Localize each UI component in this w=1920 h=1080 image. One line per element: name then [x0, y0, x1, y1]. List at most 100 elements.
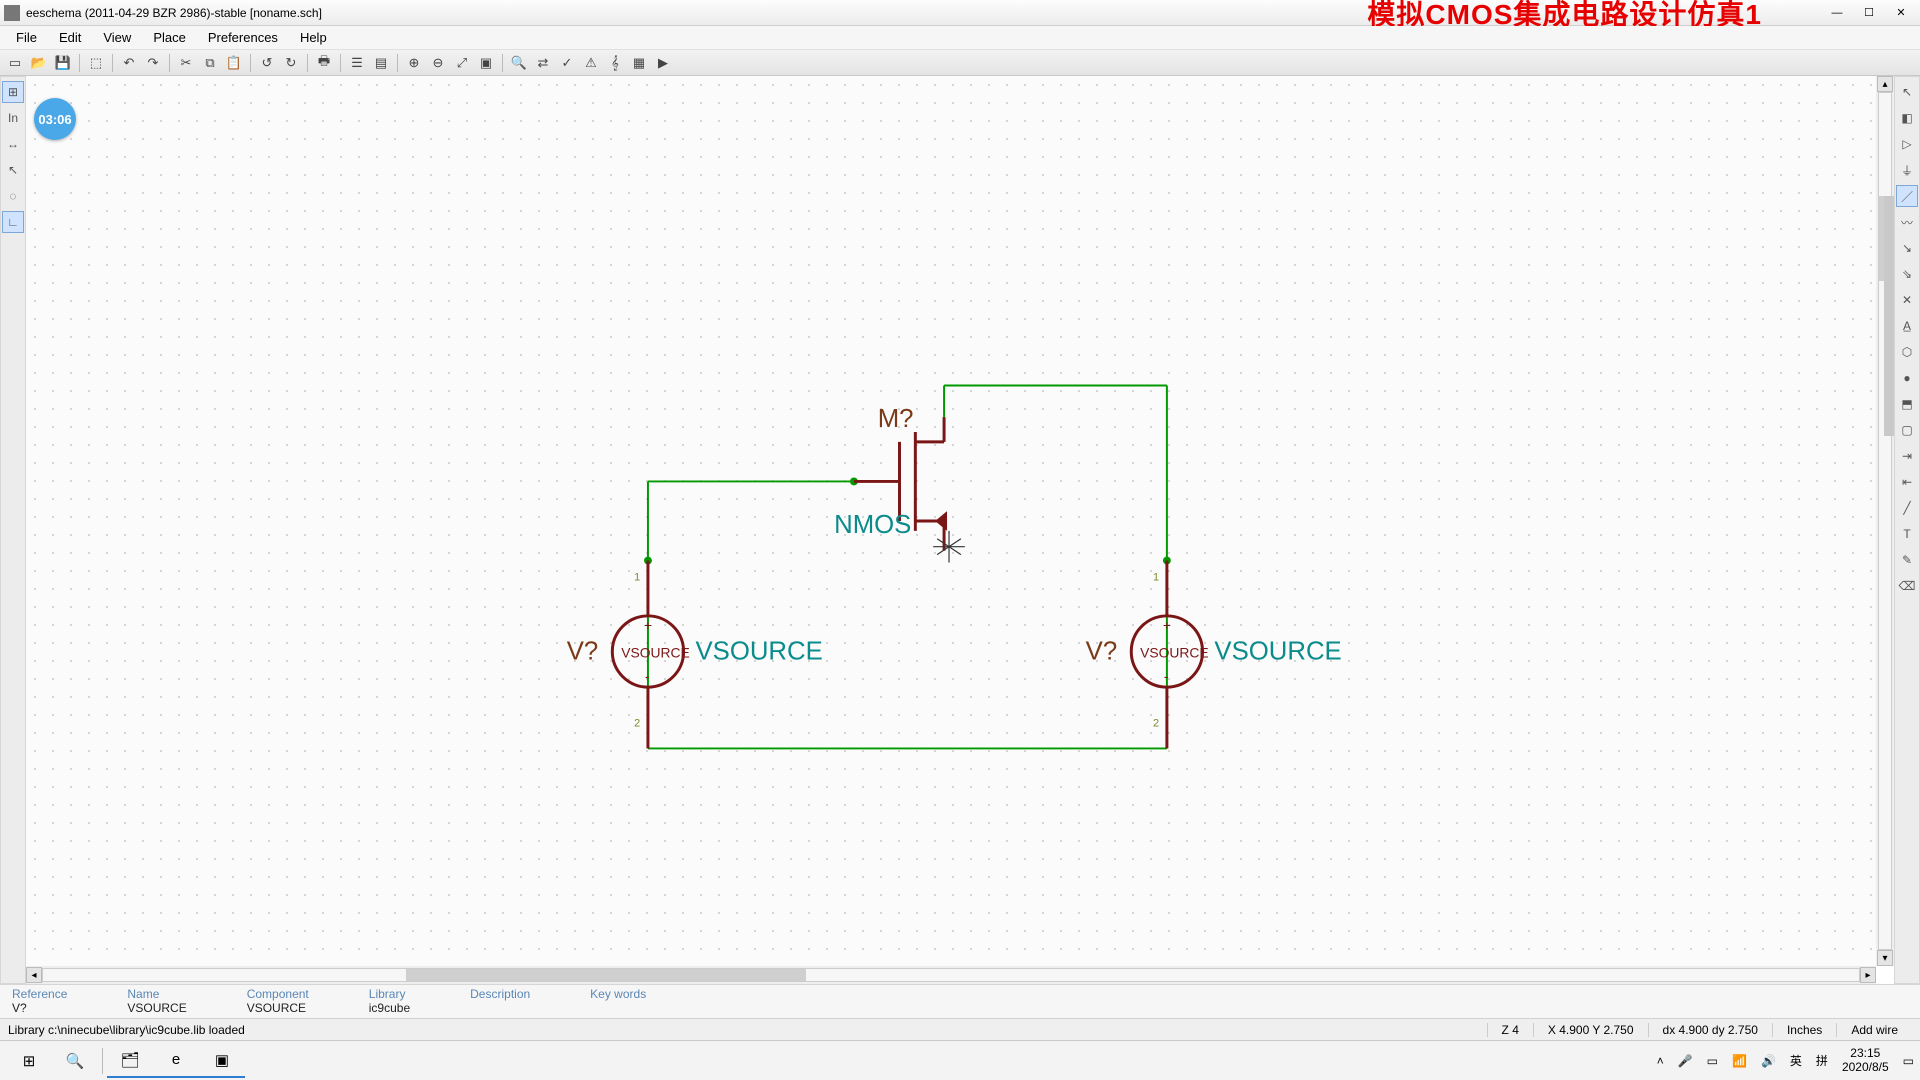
menu-file[interactable]: File	[6, 28, 47, 47]
menu-help[interactable]: Help	[290, 28, 337, 47]
separator	[340, 54, 341, 72]
maximize-button[interactable]: ☐	[1854, 4, 1884, 22]
print-icon[interactable]: 🖶	[313, 52, 335, 74]
tray-volume-icon[interactable]: 🔊	[1761, 1054, 1776, 1068]
zoom-region-icon[interactable]: ▣	[475, 52, 497, 74]
zoom-out-icon[interactable]: ⊖	[427, 52, 449, 74]
paste-icon[interactable]: 📋	[223, 52, 245, 74]
tray-wifi-icon[interactable]: 📶	[1732, 1054, 1747, 1068]
tray-notifications-icon[interactable]: ▭	[1903, 1054, 1914, 1068]
separator	[112, 54, 113, 72]
menu-edit[interactable]: Edit	[49, 28, 91, 47]
vsource-right-name: VSOURCE	[1214, 637, 1341, 665]
svg-text:-: -	[1164, 668, 1169, 684]
nmos-reference: M?	[878, 405, 914, 433]
redo2-icon[interactable]: ↻	[280, 52, 302, 74]
lines-45-icon[interactable]: ∟	[2, 211, 24, 233]
find-icon[interactable]: 🔍	[508, 52, 530, 74]
grid-toggle-icon[interactable]: ⊞	[2, 81, 24, 103]
zoom-fit-icon[interactable]: ⤢	[451, 52, 473, 74]
open-icon[interactable]: 📂	[28, 52, 50, 74]
units-in-icon[interactable]: In	[2, 107, 24, 129]
vsource-right-ref: V?	[1086, 637, 1117, 665]
app-icon	[4, 5, 20, 21]
place-junction-icon[interactable]: ●	[1896, 367, 1918, 389]
import-sheet-pin-icon[interactable]: ⇥	[1896, 445, 1918, 467]
place-sheet-pin-icon[interactable]: ⇤	[1896, 471, 1918, 493]
info-name-header: Name	[127, 987, 186, 1001]
bom-icon[interactable]: 𝄞	[604, 52, 626, 74]
new-icon[interactable]: ▭	[4, 52, 26, 74]
menu-preferences[interactable]: Preferences	[198, 28, 288, 47]
vsource-right-inner: VSOURCE	[1140, 644, 1209, 660]
vsource-left-inner: VSOURCE	[621, 644, 690, 660]
svg-text:-: -	[645, 668, 650, 684]
layers-icon[interactable]: ▤	[370, 52, 392, 74]
undo-icon[interactable]: ↶	[118, 52, 140, 74]
copy-icon[interactable]: ⧉	[199, 52, 221, 74]
start-button[interactable]: ⊞	[6, 1044, 52, 1078]
horizontal-scrollbar[interactable]: ◂ ▸	[26, 966, 1876, 984]
place-bus2bus-icon[interactable]: ⇘	[1896, 263, 1918, 285]
annotate-icon[interactable]: ✓	[556, 52, 578, 74]
scroll-left-icon[interactable]: ◂	[26, 967, 42, 983]
hierarchy-icon[interactable]: ☰	[346, 52, 368, 74]
hidden-pins-icon[interactable]: ◌	[2, 185, 24, 207]
tray-ime1[interactable]: 英	[1790, 1052, 1802, 1069]
svg-text:+: +	[1163, 617, 1171, 633]
place-noconnect-icon[interactable]: ✕	[1896, 289, 1918, 311]
search-button[interactable]: 🔍	[52, 1044, 98, 1078]
tray-ime2[interactable]: 拼	[1816, 1052, 1828, 1069]
place-wire-icon[interactable]: ／	[1896, 185, 1918, 207]
place-component-icon[interactable]: ▷	[1896, 133, 1918, 155]
svg-text:1: 1	[1153, 571, 1159, 583]
delete-tool-icon[interactable]: ⌫	[1896, 575, 1918, 597]
close-button[interactable]: ✕	[1886, 4, 1916, 22]
zoom-in-icon[interactable]: ⊕	[403, 52, 425, 74]
place-text-icon[interactable]: T	[1896, 523, 1918, 545]
tray-mic-icon[interactable]: 🎤	[1678, 1054, 1693, 1068]
place-bus-icon[interactable]: 〰	[1896, 211, 1918, 233]
highlight-net-icon[interactable]: ◧	[1896, 107, 1918, 129]
svg-text:2: 2	[634, 718, 640, 730]
footprint-icon[interactable]: ▦	[628, 52, 650, 74]
tray-clock[interactable]: 23:15 2020/8/5	[1842, 1047, 1889, 1075]
place-image-icon[interactable]: ✎	[1896, 549, 1918, 571]
tray-date: 2020/8/5	[1842, 1061, 1889, 1075]
scroll-band	[1884, 196, 1894, 436]
info-ref-value: V?	[12, 1001, 67, 1015]
menu-view[interactable]: View	[93, 28, 141, 47]
cursor-shape-icon[interactable]: ↖	[2, 159, 24, 181]
place-netlabel-icon[interactable]: A̲	[1896, 315, 1918, 337]
ie-taskbar-icon[interactable]: e	[153, 1044, 199, 1078]
run-icon[interactable]: ▶	[652, 52, 674, 74]
undo2-icon[interactable]: ↺	[256, 52, 278, 74]
scroll-down-icon[interactable]: ▾	[1877, 950, 1893, 966]
schematic-canvas[interactable]: 03:06	[26, 76, 1894, 984]
place-wire2bus-icon[interactable]: ↘	[1896, 237, 1918, 259]
explorer-taskbar-icon[interactable]: 🗂	[107, 1044, 153, 1078]
page-settings-icon[interactable]: ⬚	[85, 52, 107, 74]
info-comp-value: VSOURCE	[247, 1001, 309, 1015]
place-sheet-icon[interactable]: ▢	[1896, 419, 1918, 441]
scroll-up-icon[interactable]: ▴	[1877, 76, 1893, 92]
save-icon[interactable]: 💾	[52, 52, 74, 74]
netlist-icon[interactable]: ⇄	[532, 52, 554, 74]
minimize-button[interactable]: —	[1822, 4, 1852, 22]
place-line-icon[interactable]: ╱	[1896, 497, 1918, 519]
select-tool-icon[interactable]: ↖	[1896, 81, 1918, 103]
erc-icon[interactable]: ⚠	[580, 52, 602, 74]
redo-icon[interactable]: ↷	[142, 52, 164, 74]
tray-chevron-icon[interactable]: ˄	[1657, 1054, 1664, 1068]
status-zoom: Z 4	[1487, 1023, 1533, 1037]
place-globallabel-icon[interactable]: ⬡	[1896, 341, 1918, 363]
place-hierlabel-icon[interactable]: ⬒	[1896, 393, 1918, 415]
units-mm-icon[interactable]: ↔	[2, 133, 24, 155]
scroll-right-icon[interactable]: ▸	[1860, 967, 1876, 983]
menu-place[interactable]: Place	[143, 28, 196, 47]
place-power-icon[interactable]: ⏚	[1896, 159, 1918, 181]
kicad-taskbar-icon[interactable]: ▣	[199, 1044, 245, 1078]
tray-battery-icon[interactable]: ▭	[1707, 1054, 1718, 1068]
cut-icon[interactable]: ✂	[175, 52, 197, 74]
hscroll-thumb[interactable]	[406, 969, 806, 981]
